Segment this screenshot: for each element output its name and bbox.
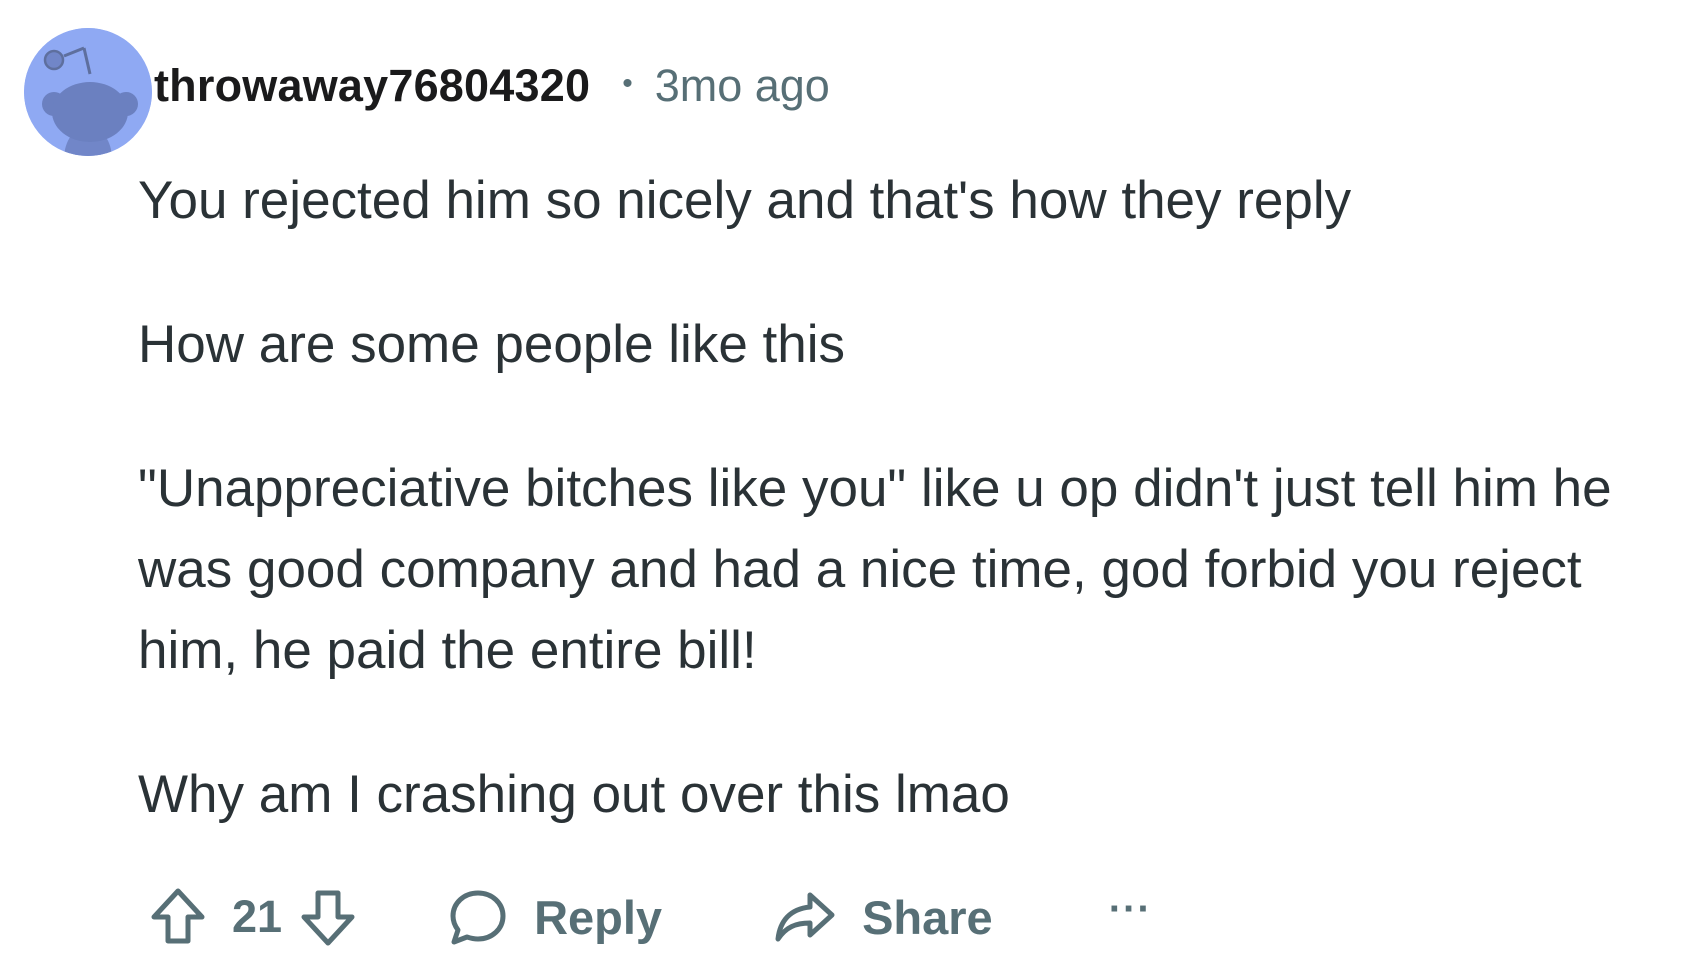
vote-score: 21 (232, 891, 283, 942)
comment-paragraph: Why am I crashing out over this lmao (138, 765, 1010, 824)
ellipsis-icon[interactable]: ··· (1109, 887, 1152, 932)
comment-paragraph: How are some people like this (138, 315, 846, 374)
meta-separator: • (622, 67, 633, 100)
share-arrow-icon (774, 889, 836, 945)
arrow-up-icon[interactable] (150, 887, 206, 947)
reply-label: Reply (534, 890, 663, 944)
share-button[interactable]: Share (774, 889, 993, 945)
vote-group: 21 (150, 887, 356, 947)
reply-button[interactable]: Reply (448, 887, 662, 947)
arrow-down-icon[interactable] (300, 887, 356, 947)
avatar[interactable] (24, 28, 152, 156)
comment-header: throwaway76804320 • 3mo ago (154, 56, 830, 116)
speech-bubble-icon (448, 887, 508, 947)
snoo-avatar-icon (24, 28, 152, 156)
share-label: Share (862, 890, 993, 944)
comment-paragraph: You rejected him so nicely and that's ho… (138, 171, 1352, 230)
comment-actions: 21 Reply Share ··· (150, 875, 1152, 959)
username[interactable]: throwaway76804320 (154, 60, 590, 112)
comment-paragraph: "Unappreciative bitches like you" like u… (138, 459, 1612, 680)
comment: throwaway76804320 • 3mo ago You rejected… (0, 0, 1684, 978)
comment-body: You rejected him so nicely and that's ho… (138, 160, 1658, 835)
timestamp[interactable]: 3mo ago (655, 60, 830, 112)
